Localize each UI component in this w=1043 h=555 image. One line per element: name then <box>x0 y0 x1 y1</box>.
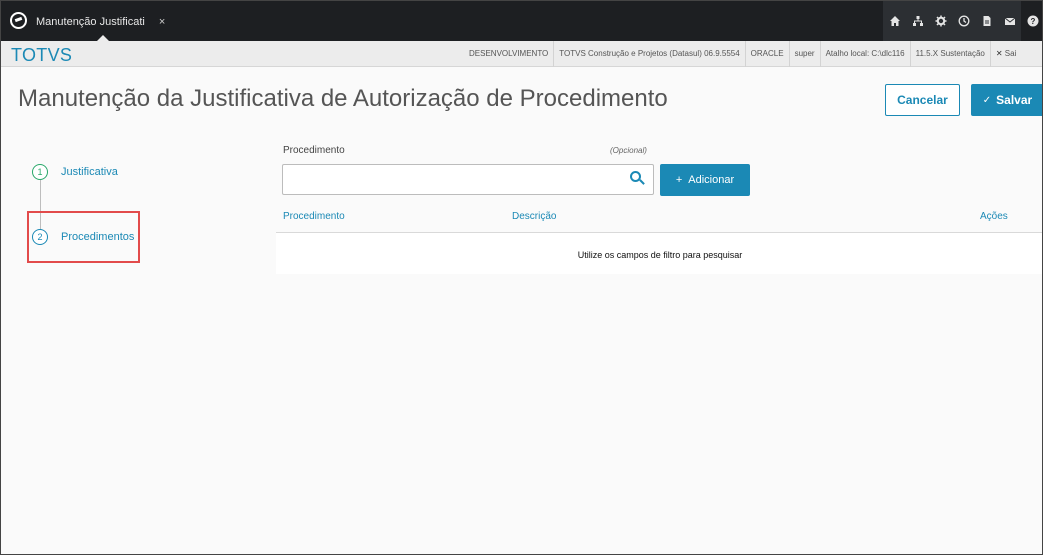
info-product: TOTVS Construção e Projetos (Datasul) 06… <box>553 41 744 67</box>
top-bar: Manutenção Justificati × ? <box>1 1 1042 41</box>
save-label: Salvar <box>996 93 1033 107</box>
plus-icon: + <box>675 174 683 186</box>
close-icon: ✕ <box>995 49 1003 58</box>
empty-message: Utilize os campos de filtro para pesquis… <box>577 250 743 260</box>
save-button[interactable]: ✓ Salvar <box>971 84 1042 116</box>
column-procedimento[interactable]: Procedimento <box>283 211 345 222</box>
info-user: super <box>788 41 820 67</box>
page-title: Manutenção da Justificativa de Autorizaç… <box>18 85 668 112</box>
step-justificativa[interactable]: 1 Justificativa <box>32 164 118 180</box>
info-database: ORACLE <box>744 41 789 67</box>
org-chart-icon[interactable] <box>906 1 929 41</box>
exit-label: Sai <box>1004 49 1017 58</box>
info-environment: DESENVOLVIMENTO <box>469 49 549 58</box>
check-icon: ✓ <box>982 94 992 106</box>
table-header: Procedimento Descrição Ações <box>276 203 1042 233</box>
info-shortcut: Atalho local: C:\dlc116 <box>819 41 910 67</box>
info-version: 11.5.X Sustentação <box>909 41 990 67</box>
procedures-table: Procedimento Descrição Ações Utilize os … <box>276 203 1042 274</box>
brand-logo: TOTVS <box>11 45 73 65</box>
app-window: Manutenção Justificati × ? TOTVS DESENVO… <box>0 0 1043 555</box>
info-bar: TOTVS DESENVOLVIMENTO TOTVS Construção e… <box>1 41 1042 67</box>
settings-icon[interactable] <box>929 1 952 41</box>
cancel-button[interactable]: Cancelar <box>885 84 960 116</box>
tab-manutencao[interactable]: Manutenção Justificati × <box>36 12 165 32</box>
column-acoes: Ações <box>980 211 1008 222</box>
svg-text:?: ? <box>1030 17 1035 26</box>
procedimento-search-input[interactable] <box>282 164 654 195</box>
tab-close-icon[interactable]: × <box>159 16 165 28</box>
top-icon-group: ? <box>883 1 1042 41</box>
document-icon[interactable] <box>975 1 998 41</box>
step-label: Justificativa <box>61 166 118 178</box>
add-label: Adicionar <box>688 174 735 186</box>
column-descricao[interactable]: Descrição <box>512 211 556 222</box>
optional-label: (Opcional) <box>610 146 647 155</box>
help-icon[interactable]: ? <box>1021 1 1042 41</box>
clock-icon[interactable] <box>952 1 975 41</box>
search-icon[interactable] <box>630 171 645 185</box>
environment-info: DESENVOLVIMENTO TOTVS Construção e Proje… <box>464 41 1021 67</box>
exit-button[interactable]: ✕ Sai <box>989 41 1022 67</box>
mail-icon[interactable] <box>998 1 1021 41</box>
tab-title: Manutenção Justificati <box>36 16 145 28</box>
highlight-box <box>27 211 140 263</box>
step-number: 1 <box>32 164 48 180</box>
home-icon[interactable] <box>883 1 906 41</box>
procedimento-label: Procedimento <box>283 145 345 156</box>
add-button[interactable]: + Adicionar <box>660 164 750 196</box>
totvs-logo-icon <box>10 12 27 29</box>
